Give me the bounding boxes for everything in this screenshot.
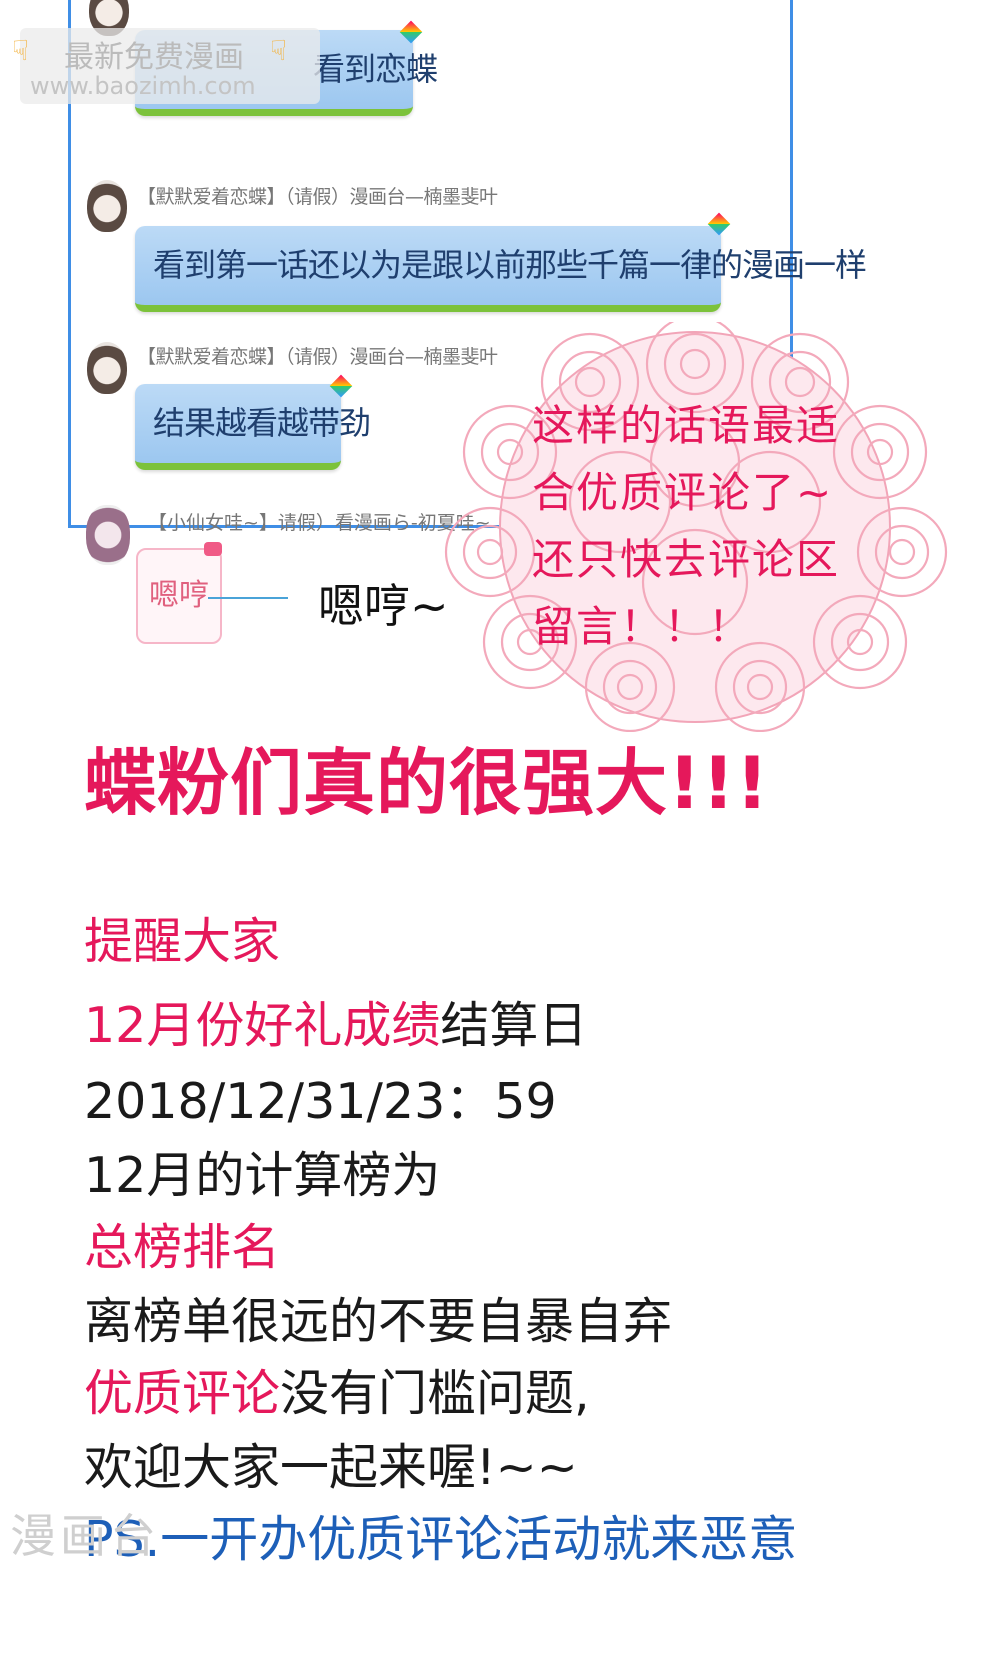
watermark-bottom: 漫画台: [10, 1509, 160, 1563]
pointing-hand-icon: ☟: [12, 34, 30, 67]
annotation-text: 嗯哼~: [318, 579, 449, 633]
callout-line: 留言！！！: [532, 602, 753, 651]
callout-line: 合优质评论了~: [532, 468, 834, 517]
notice-highlight: 12月份好礼成绩: [84, 997, 441, 1054]
notice-text: 结算日: [440, 997, 588, 1054]
user-avatar: [86, 505, 130, 565]
notice-text: 没有门槛问题,: [280, 1365, 590, 1422]
user-avatar: [87, 180, 127, 232]
pink-chat-bubble: 嗯哼: [136, 548, 222, 644]
watermark-line-2: www.baozimh.com: [30, 72, 256, 100]
notice-line: PS.一开办优质评论活动就来恶意: [84, 1511, 798, 1568]
notice-line: 优质评论没有门槛问题,: [84, 1364, 590, 1424]
notice-line: 2018/12/31/23：59: [84, 1073, 557, 1130]
callout-line: 这样的话语最适: [532, 401, 841, 450]
watermark-top: ☟ 最新免费漫画 ☟ www.baozimh.com: [12, 28, 320, 104]
chat-bubble: 结果越看越带劲: [135, 384, 371, 470]
rose-callout-text: 这样的话语最适 合优质评论了~ 还只快去评论区 留言！！！: [532, 392, 902, 660]
notice-line: 提醒大家: [84, 913, 281, 970]
watermark-line-1: 最新免费漫画: [64, 40, 244, 75]
notice-line: 总榜排名: [84, 1219, 281, 1276]
user-avatar: [87, 342, 127, 394]
chat-bubble: 看到第一话还以为是跟以前那些千篇一律的漫画一样: [135, 226, 867, 312]
notice-line: 欢迎大家一起来喔!~~: [84, 1439, 578, 1496]
chat-sender: 【默默爱着恋蝶】（请假）漫画台—楠墨斐叶: [137, 186, 498, 208]
notice-highlight: 优质评论: [84, 1365, 281, 1422]
connector-line: [208, 597, 288, 599]
pointing-hand-icon: ☟: [270, 34, 288, 67]
callout-line: 还只快去评论区: [532, 535, 841, 584]
headline: 蝶粉们真的很强大!!!: [84, 741, 770, 825]
notice-line: 离榜单很远的不要自暴自弃: [84, 1293, 673, 1350]
bow-icon: [204, 542, 222, 556]
notice-line: 12月的计算榜为: [84, 1147, 441, 1204]
notice-line: 12月份好礼成绩结算日: [84, 996, 587, 1056]
